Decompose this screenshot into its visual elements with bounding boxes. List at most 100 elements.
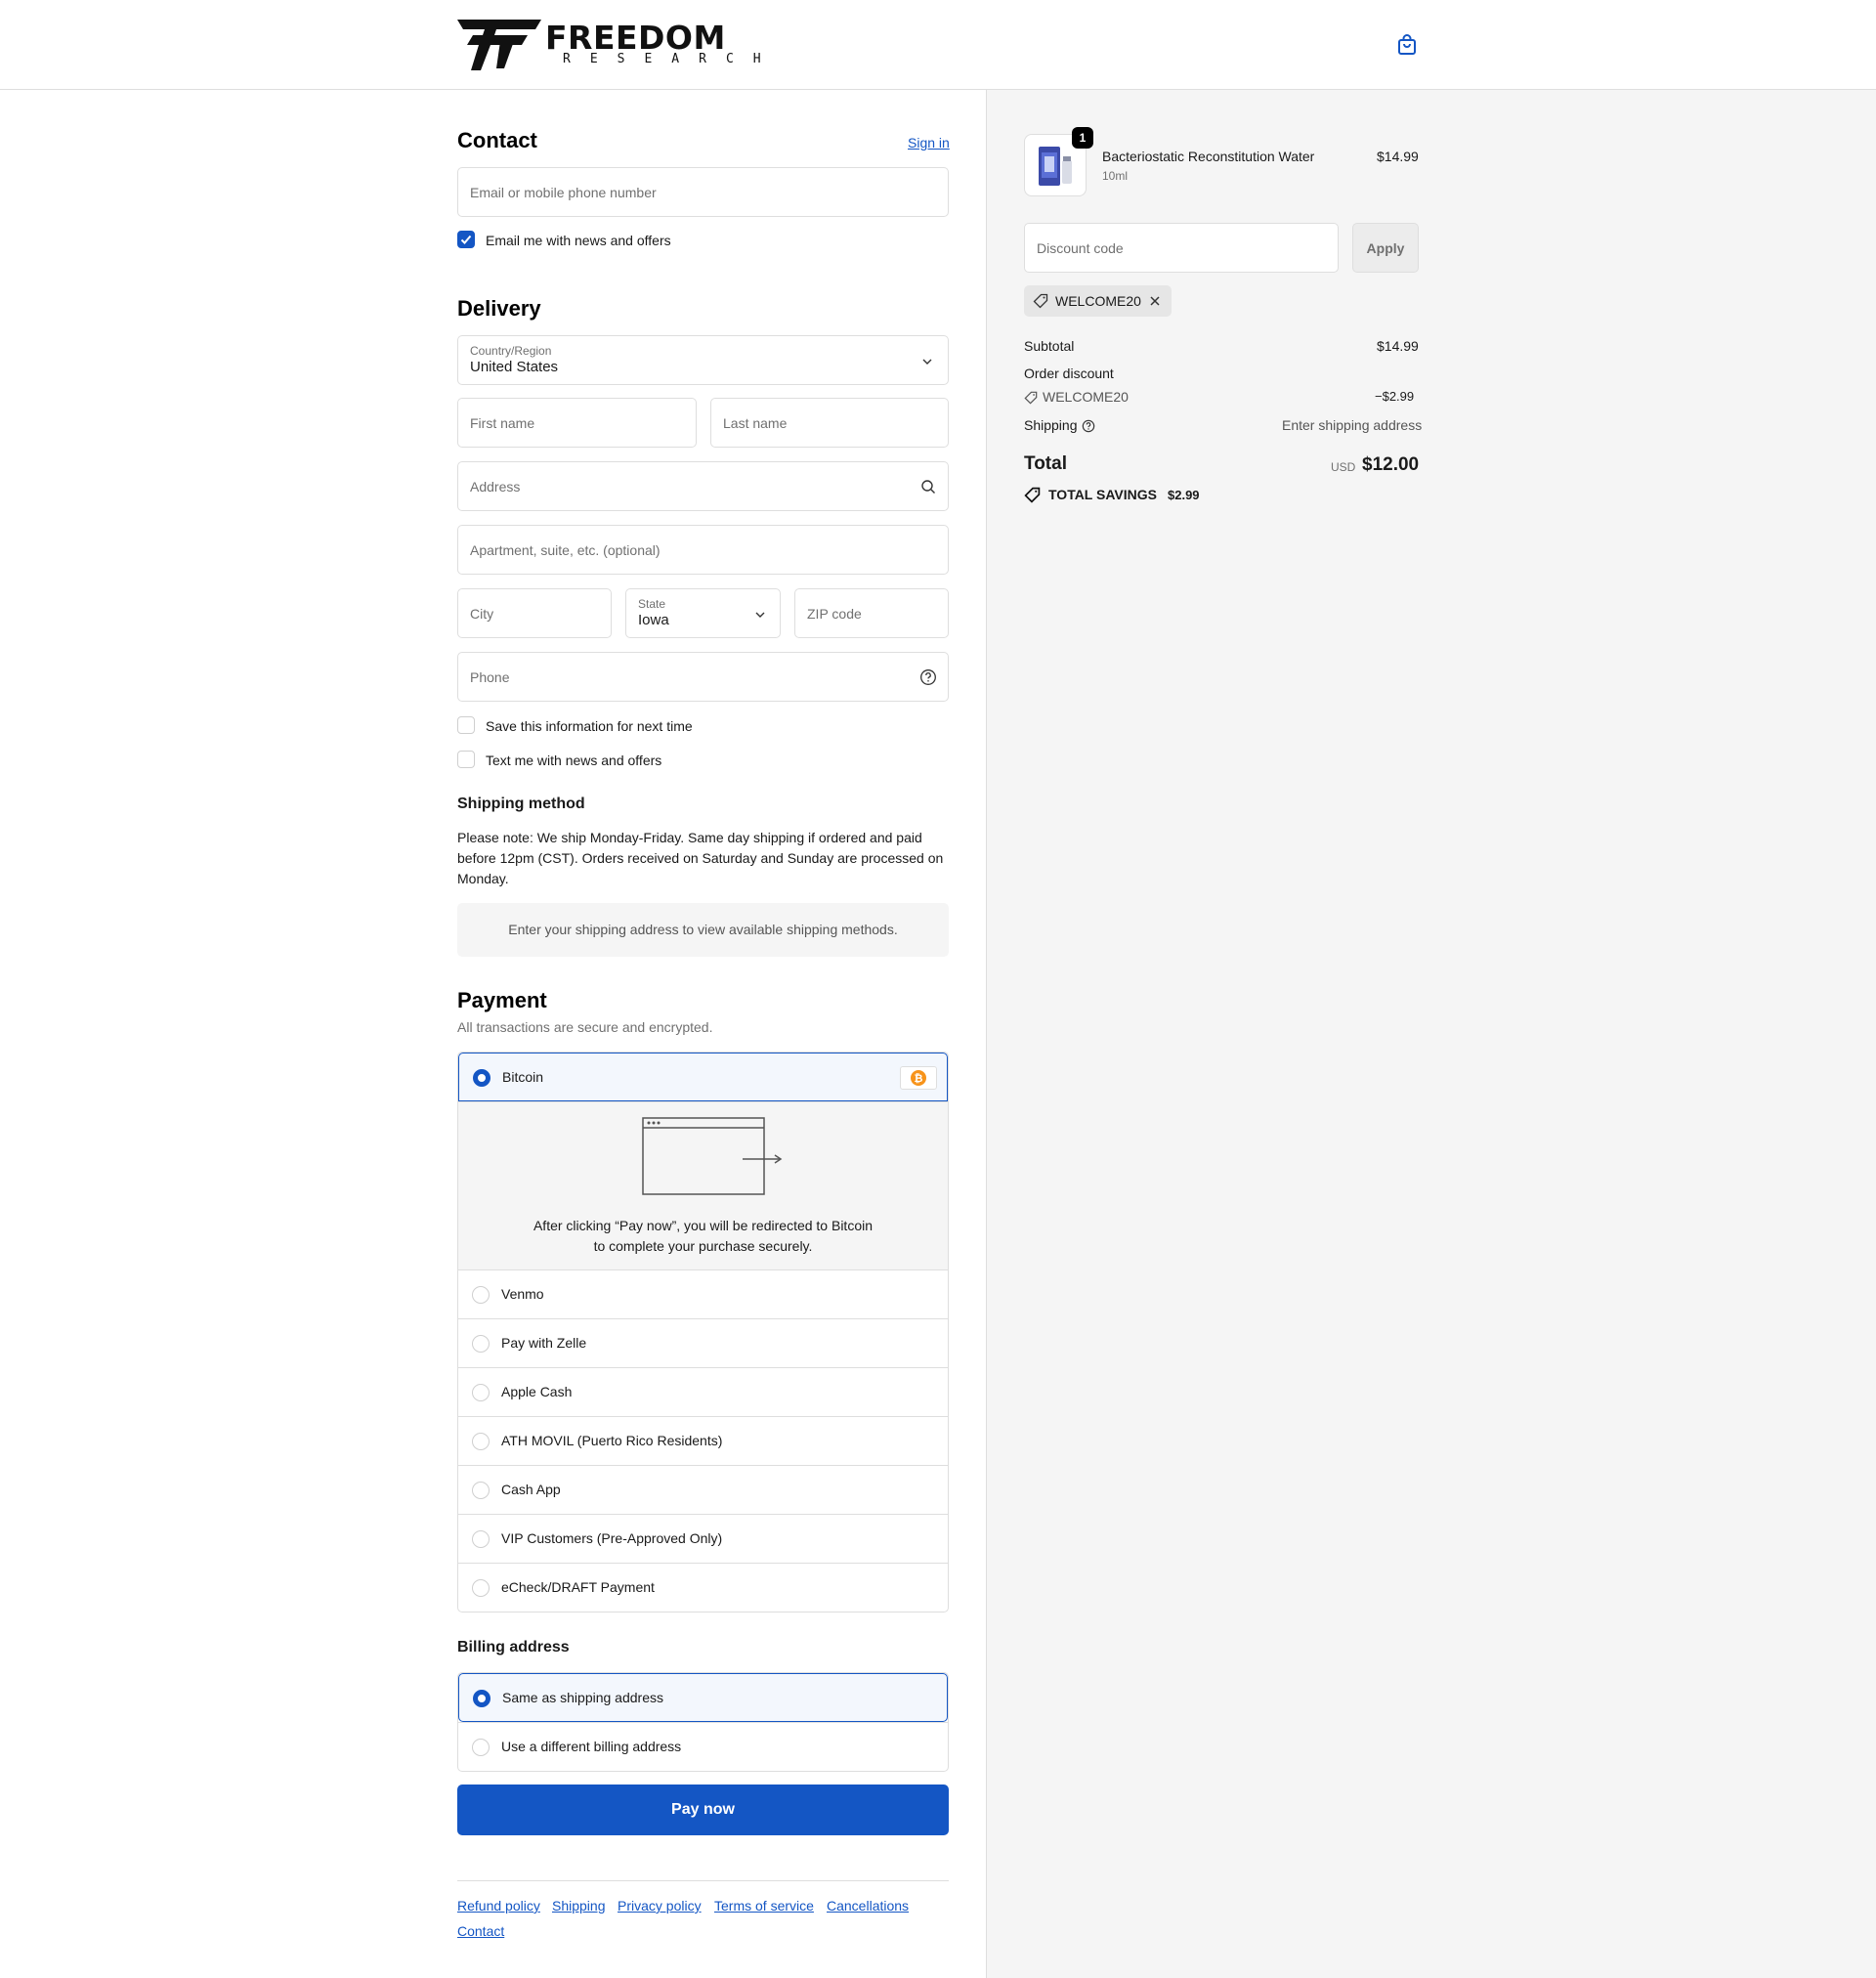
news-label: Email me with news and offers <box>486 233 671 248</box>
shipping-note: Please note: We ship Monday-Friday. Same… <box>457 830 944 886</box>
product-variant: 10ml <box>1102 169 1129 183</box>
payment-option-ath-movil[interactable]: ATH MOVIL (Puerto Rico Residents) <box>458 1416 948 1465</box>
tag-icon <box>1024 391 1038 405</box>
total-label: Total <box>1024 453 1067 474</box>
country-value: United States <box>470 359 559 375</box>
first-name-field[interactable] <box>457 398 697 448</box>
billing-different-option[interactable]: Use a different billing address <box>458 1722 948 1771</box>
phone-field[interactable] <box>457 652 949 702</box>
country-select[interactable]: Country/Region United States <box>457 335 949 385</box>
shipping-method-heading: Shipping method <box>457 796 585 812</box>
email-field[interactable] <box>457 167 949 217</box>
zip-input[interactable] <box>795 589 948 637</box>
svg-text:₿: ₿ <box>915 1072 923 1085</box>
payment-option-label: Cash App <box>501 1482 561 1497</box>
billing-option-label: Same as shipping address <box>502 1690 663 1705</box>
product-name: Bacteriostatic Reconstitution Water <box>1102 149 1315 164</box>
billing-option-label: Use a different billing address <box>501 1739 682 1754</box>
browser-redirect-icon <box>642 1117 783 1195</box>
redirect-text-line-2: to complete your purchase securely. <box>593 1238 813 1254</box>
checkmark-icon <box>460 235 472 244</box>
search-icon[interactable] <box>920 479 936 494</box>
payment-option-vip[interactable]: VIP Customers (Pre-Approved Only) <box>458 1514 948 1563</box>
footer-link-contact[interactable]: Contact <box>457 1923 504 1939</box>
savings-tag-icon <box>1024 487 1041 503</box>
radio-unselected[interactable] <box>472 1335 490 1353</box>
brand-tagline: RESEARCH <box>563 52 781 66</box>
help-circle-icon[interactable] <box>919 668 937 686</box>
shipping-label: Shipping <box>1024 417 1078 433</box>
site-header: FREEDOM RESEARCH <box>0 0 1876 90</box>
payment-option-cash-app[interactable]: Cash App <box>458 1465 948 1514</box>
news-checkbox[interactable] <box>457 231 475 248</box>
save-info-label: Save this information for next time <box>486 718 693 734</box>
redirect-text-line-1: After clicking “Pay now”, you will be re… <box>533 1218 874 1233</box>
text-me-checkbox[interactable] <box>457 751 475 768</box>
chevron-down-icon <box>755 612 765 618</box>
payment-option-bitcoin[interactable]: Bitcoin ₿ <box>458 1053 948 1101</box>
payment-option-label: VIP Customers (Pre-Approved Only) <box>501 1530 723 1546</box>
close-icon[interactable] <box>1149 295 1161 307</box>
redirect-text: After clicking “Pay now”, you will be re… <box>458 1216 948 1257</box>
radio-unselected[interactable] <box>472 1530 490 1548</box>
save-info-checkbox[interactable] <box>457 716 475 734</box>
city-field[interactable] <box>457 588 612 638</box>
applied-discount-tag: WELCOME20 <box>1024 285 1172 317</box>
quantity-badge: 1 <box>1072 127 1093 149</box>
first-name-input[interactable] <box>458 399 696 447</box>
currency: USD <box>1331 460 1356 474</box>
shopping-bag-icon[interactable] <box>1395 33 1419 57</box>
radio-unselected[interactable] <box>472 1579 490 1597</box>
billing-same-option[interactable]: Same as shipping address <box>458 1673 948 1722</box>
payment-options: Bitcoin ₿ After clicking “Pay now”, you … <box>457 1052 949 1612</box>
country-label: Country/Region <box>470 344 552 358</box>
product-vial-icon <box>1039 147 1072 186</box>
savings-label: TOTAL SAVINGS <box>1048 487 1157 502</box>
pay-now-button[interactable]: Pay now <box>457 1784 949 1835</box>
discount-input[interactable] <box>1025 224 1338 272</box>
footer-link-privacy[interactable]: Privacy policy <box>618 1898 702 1914</box>
help-circle-icon[interactable] <box>1082 419 1095 433</box>
email-input[interactable] <box>458 168 948 216</box>
address-field[interactable] <box>457 461 949 511</box>
last-name-field[interactable] <box>710 398 949 448</box>
radio-selected[interactable] <box>473 1690 490 1707</box>
payment-subtitle: All transactions are secure and encrypte… <box>457 1019 713 1035</box>
footer-link-terms[interactable]: Terms of service <box>714 1898 814 1914</box>
phone-input[interactable] <box>458 653 948 701</box>
sign-in-link[interactable]: Sign in <box>908 135 950 150</box>
billing-options: Same as shipping address Use a different… <box>457 1672 949 1772</box>
radio-unselected[interactable] <box>472 1286 490 1304</box>
savings-value: $2.99 <box>1168 488 1200 502</box>
tag-icon <box>1033 293 1048 309</box>
payment-option-echeck[interactable]: eCheck/DRAFT Payment <box>458 1563 948 1612</box>
payment-option-apple-cash[interactable]: Apple Cash <box>458 1367 948 1416</box>
discount-field[interactable] <box>1024 223 1339 273</box>
radio-selected[interactable] <box>473 1069 490 1087</box>
footer-link-cancellations[interactable]: Cancellations <box>827 1898 909 1914</box>
city-input[interactable] <box>458 589 611 637</box>
radio-unselected[interactable] <box>472 1739 490 1756</box>
billing-heading: Billing address <box>457 1639 570 1656</box>
footer-link-shipping[interactable]: Shipping <box>552 1898 606 1914</box>
discount-value: −$2.99 <box>1375 389 1415 404</box>
brand-logo[interactable]: FREEDOM RESEARCH <box>457 20 761 70</box>
payment-option-zelle[interactable]: Pay with Zelle <box>458 1318 948 1367</box>
apply-button[interactable]: Apply <box>1352 223 1419 273</box>
radio-unselected[interactable] <box>472 1384 490 1401</box>
zip-field[interactable] <box>794 588 949 638</box>
payment-option-label: Pay with Zelle <box>501 1335 587 1351</box>
address-input[interactable] <box>458 462 948 510</box>
product-thumbnail: 1 <box>1024 127 1093 196</box>
payment-option-venmo[interactable]: Venmo <box>458 1269 948 1318</box>
chevron-down-icon <box>922 359 932 365</box>
payment-heading: Payment <box>457 988 547 1012</box>
last-name-input[interactable] <box>711 399 948 447</box>
state-select[interactable]: State Iowa <box>625 588 781 638</box>
apartment-input[interactable] <box>458 526 948 574</box>
radio-unselected[interactable] <box>472 1482 490 1499</box>
payment-option-label: ATH MOVIL (Puerto Rico Residents) <box>501 1433 723 1448</box>
radio-unselected[interactable] <box>472 1433 490 1450</box>
apartment-field[interactable] <box>457 525 949 575</box>
footer-link-refund[interactable]: Refund policy <box>457 1898 540 1914</box>
